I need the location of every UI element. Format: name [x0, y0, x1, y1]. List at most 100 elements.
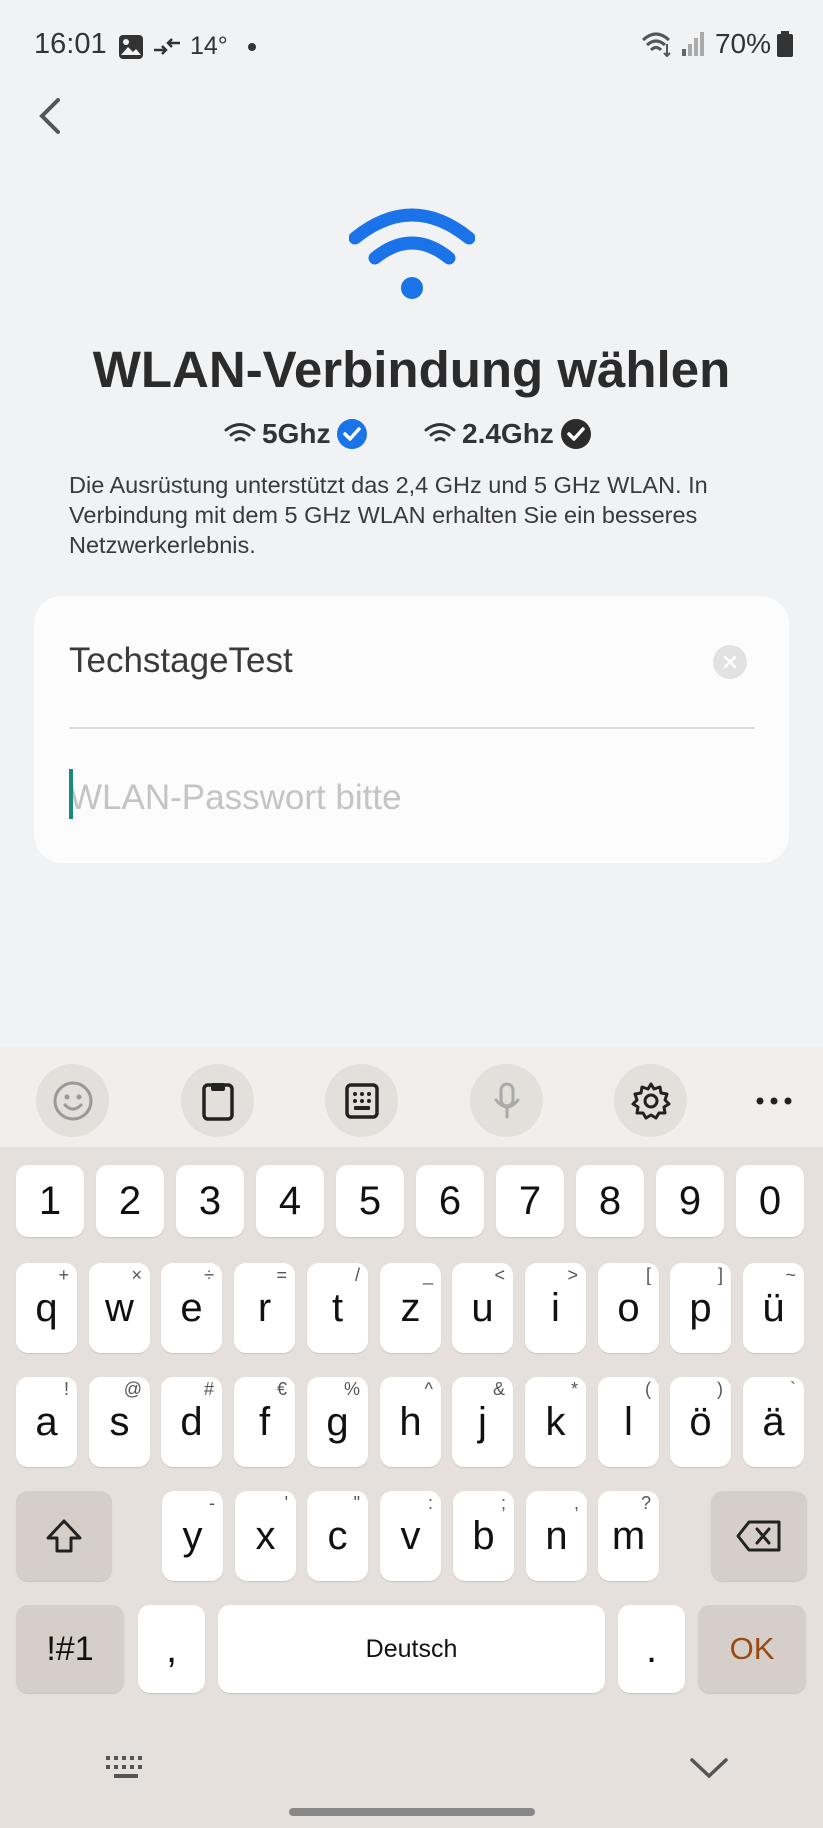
- status-bar: 16:01 14° 70%: [0, 0, 823, 96]
- key-8[interactable]: 8: [576, 1165, 644, 1237]
- backspace-key[interactable]: [711, 1491, 807, 1581]
- key-3[interactable]: 3: [176, 1165, 244, 1237]
- key-i[interactable]: i >: [525, 1263, 586, 1353]
- key-j[interactable]: j &: [452, 1377, 513, 1467]
- band-2-4ghz[interactable]: 2.4Ghz: [424, 418, 592, 450]
- band-5ghz[interactable]: 5Ghz: [224, 418, 368, 450]
- key-z[interactable]: z _: [380, 1263, 441, 1353]
- text-cursor: [69, 769, 73, 819]
- key-label: a: [35, 1399, 58, 1444]
- key-label: j: [478, 1399, 487, 1444]
- key-5[interactable]: 5: [336, 1165, 404, 1237]
- key-secondary-label: ): [717, 1379, 723, 1399]
- key-h[interactable]: h ^: [380, 1377, 441, 1467]
- key-label: k: [545, 1399, 566, 1444]
- notification-dot: [247, 42, 256, 51]
- key-g[interactable]: g%: [307, 1377, 368, 1467]
- shift-key[interactable]: [16, 1491, 112, 1581]
- key-f[interactable]: f €: [234, 1377, 295, 1467]
- key-label: 2: [118, 1178, 142, 1223]
- key-ü[interactable]: ü ~: [743, 1263, 804, 1353]
- key-9[interactable]: 9: [656, 1165, 724, 1237]
- key-secondary-label: ~: [785, 1265, 796, 1285]
- key-secondary-label: [: [645, 1265, 651, 1285]
- image-icon: [119, 34, 143, 59]
- key-0[interactable]: 0: [736, 1165, 804, 1237]
- key-label: OK: [729, 1631, 775, 1666]
- key-label: i: [551, 1285, 560, 1330]
- ssid-field[interactable]: TechstageTest: [69, 641, 293, 681]
- key-label: u: [471, 1285, 494, 1330]
- key-w[interactable]: w ×: [89, 1263, 150, 1353]
- comma-key[interactable]: ,: [138, 1605, 205, 1693]
- hide-keyboard-button[interactable]: [688, 1756, 730, 1785]
- key-c[interactable]: c ": [307, 1491, 368, 1581]
- battery-icon: [777, 31, 793, 57]
- microphone-button[interactable]: [470, 1064, 543, 1137]
- key-label: Deutsch: [365, 1634, 458, 1663]
- key-secondary-label: ,: [573, 1493, 579, 1513]
- cell-signal-icon: [681, 32, 704, 56]
- key-b[interactable]: b;: [453, 1491, 514, 1581]
- key-l[interactable]: l(: [598, 1377, 659, 1467]
- key-secondary-label: _: [422, 1265, 433, 1285]
- key-q[interactable]: q +: [16, 1263, 77, 1353]
- more-icon: [756, 1097, 791, 1104]
- key-ä[interactable]: ä `: [743, 1377, 804, 1467]
- clipboard-button[interactable]: [181, 1064, 254, 1137]
- key-m[interactable]: m?: [598, 1491, 659, 1581]
- key-secondary-label: /: [354, 1265, 360, 1285]
- key-o[interactable]: o[: [598, 1263, 659, 1353]
- clear-ssid-button[interactable]: [713, 645, 747, 679]
- key-label: l: [624, 1399, 633, 1444]
- key-label: g: [326, 1399, 349, 1444]
- back-button[interactable]: [26, 88, 76, 144]
- keyboard-switch-button[interactable]: [104, 1754, 148, 1787]
- key-secondary-label: &: [492, 1379, 505, 1399]
- period-key[interactable]: .: [618, 1605, 685, 1693]
- key-secondary-label: ?: [640, 1493, 651, 1513]
- key-u[interactable]: u <: [452, 1263, 513, 1353]
- key-secondary-label: -: [209, 1493, 215, 1513]
- status-time: 16:01: [34, 28, 107, 60]
- password-input[interactable]: [69, 771, 755, 825]
- key-y[interactable]: y-: [162, 1491, 223, 1581]
- ok-key[interactable]: OK: [698, 1605, 806, 1693]
- space-key[interactable]: Deutsch: [218, 1605, 605, 1693]
- key-1[interactable]: 1: [16, 1165, 84, 1237]
- key-2[interactable]: 2: [96, 1165, 164, 1237]
- settings-button[interactable]: [614, 1064, 687, 1137]
- key-p[interactable]: p]: [670, 1263, 731, 1353]
- key-s[interactable]: s @: [89, 1377, 150, 1467]
- check-badge-icon: [560, 419, 591, 449]
- symbols-key[interactable]: !#1: [16, 1605, 124, 1693]
- keypad-icon: [344, 1082, 379, 1119]
- home-indicator[interactable]: [289, 1808, 535, 1816]
- key-label: q: [35, 1285, 58, 1330]
- key-v[interactable]: v:: [380, 1491, 441, 1581]
- key-e[interactable]: e ÷: [161, 1263, 222, 1353]
- more-options-button[interactable]: [737, 1064, 810, 1137]
- key-a[interactable]: a!: [16, 1377, 77, 1467]
- key-secondary-label: ×: [131, 1265, 142, 1285]
- keypad-button[interactable]: [325, 1064, 398, 1137]
- key-n[interactable]: n,: [526, 1491, 587, 1581]
- key-k[interactable]: k *: [525, 1377, 586, 1467]
- key-r[interactable]: r =: [234, 1263, 295, 1353]
- key-ö[interactable]: ö): [670, 1377, 731, 1467]
- key-label: 3: [198, 1178, 222, 1223]
- key-label: ö: [689, 1399, 712, 1444]
- key-7[interactable]: 7: [496, 1165, 564, 1237]
- key-6[interactable]: 6: [416, 1165, 484, 1237]
- wifi-small-icon: [424, 423, 456, 442]
- key-label: s: [109, 1399, 130, 1444]
- key-d[interactable]: d #: [161, 1377, 222, 1467]
- key-4[interactable]: 4: [256, 1165, 324, 1237]
- emoji-button[interactable]: [36, 1064, 109, 1137]
- key-x[interactable]: x ': [235, 1491, 296, 1581]
- key-label: r: [257, 1285, 272, 1330]
- data-transfer-icon: [154, 37, 180, 55]
- key-label: x: [255, 1513, 276, 1558]
- key-label: 1: [38, 1178, 62, 1223]
- key-t[interactable]: t /: [307, 1263, 368, 1353]
